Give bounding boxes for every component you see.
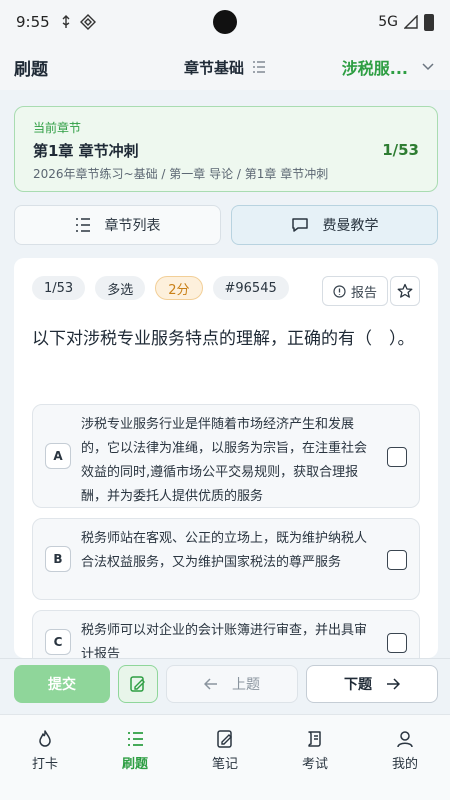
report-button[interactable]: 报告 [321, 276, 388, 306]
nav-profile-label: 我的 [391, 757, 418, 772]
option-c-checkbox[interactable] [387, 633, 407, 653]
chapter-progress: 1/53 [382, 141, 419, 159]
question-tags: 1/53 多选 2分 #96545 [32, 276, 289, 300]
option-a-checkbox[interactable] [387, 447, 407, 467]
option-c-letter: C [45, 629, 71, 655]
arrow-left-icon [204, 678, 217, 690]
question-type-badge: 多选 [95, 276, 146, 300]
edit-note-icon [130, 676, 145, 692]
question-card: 1/53 多选 2分 #96545 报告 以下对涉税专业服务特点的理解，正确的有… [14, 258, 438, 658]
prev-question-button[interactable]: 上题 [166, 665, 298, 703]
nav-item-checkin[interactable]: 打卡 [0, 715, 90, 800]
battery-icon [424, 13, 434, 31]
option-b-text: 税务师站在客观、公正的立场上，既为维护纳税人合法权益服务，又为维护国家税法的尊严… [81, 531, 368, 570]
nav-notes-label: 笔记 [211, 757, 238, 772]
mode-selector[interactable]: 章节基础 [184, 57, 266, 78]
nav-item-practice[interactable]: 刷题 [90, 715, 180, 800]
chevron-down-icon [422, 63, 434, 71]
app-header: 刷题 章节基础 涉税服... [0, 44, 450, 90]
question-text: 以下对涉税专业服务特点的理解，正确的有（ ）。 [32, 329, 415, 349]
action-bar: 提交 上题 下题 [0, 658, 450, 714]
flame-icon [39, 730, 51, 747]
usb-icon [62, 15, 70, 28]
status-bar: 9:55 5G [0, 0, 450, 44]
next-question-label: 下题 [344, 677, 372, 693]
nav-item-profile[interactable]: 我的 [360, 715, 450, 800]
subject-label: 涉税服... [341, 59, 408, 78]
signal-icon [404, 15, 418, 29]
next-question-button[interactable]: 下题 [306, 665, 438, 703]
option-c[interactable]: C 税务师可以对企业的会计账簿进行审查，并出具审计报告 [32, 610, 420, 658]
tab-feynman-teaching-label: 费曼教学 [322, 218, 379, 234]
network-label: 5G [378, 14, 398, 30]
list-icon [253, 61, 266, 73]
list-icon [128, 732, 143, 746]
info-icon [333, 284, 346, 298]
chapter-name: 第1章 章节冲刺 [33, 142, 139, 160]
current-chapter-card[interactable]: 当前章节 第1章 章节冲刺 2026年章节练习~基础 / 第一章 导论 / 第1… [14, 106, 438, 192]
chapter-path: 2026年章节练习~基础 / 第一章 导论 / 第1章 章节冲刺 [33, 167, 329, 181]
option-a-letter: A [45, 443, 71, 469]
star-icon [397, 283, 413, 298]
nav-item-notes[interactable]: 笔记 [180, 715, 270, 800]
option-b[interactable]: B 税务师站在客观、公正的立场上，既为维护纳税人合法权益服务，又为维护国家税法的… [32, 518, 420, 600]
favorite-button[interactable] [390, 276, 420, 306]
status-time: 9:55 [16, 13, 50, 31]
note-icon [217, 730, 232, 748]
list-icon [75, 218, 90, 232]
page-title: 刷题 [14, 59, 48, 80]
note-button[interactable] [118, 665, 158, 703]
nav-item-exam[interactable]: 考试 [270, 715, 360, 800]
nav-checkin-label: 打卡 [31, 757, 58, 772]
scroll-icon [308, 731, 321, 747]
chat-icon [291, 218, 308, 232]
tab-chapter-list[interactable]: 章节列表 [14, 205, 221, 245]
option-c-text: 税务师可以对企业的会计账簿进行审查，并出具审计报告 [81, 623, 368, 658]
question-index-badge: 1/53 [32, 276, 86, 300]
arrow-right-icon [387, 678, 400, 690]
person-icon [397, 731, 413, 748]
option-a[interactable]: A 涉税专业服务行业是伴随着市场经济产生和发展的，它以法律为准绳，以服务为宗旨，… [32, 404, 420, 508]
tab-row: 章节列表 费曼教学 [14, 205, 438, 245]
question-id-badge: #96545 [212, 276, 289, 300]
bottom-nav: 打卡 刷题 笔记 考试 我的 [0, 714, 450, 800]
mode-title: 章节基础 [184, 58, 245, 77]
prev-question-label: 上题 [232, 677, 260, 693]
option-a-text: 涉税专业服务行业是伴随着市场经济产生和发展的，它以法律为准绳，以服务为宗旨，在注… [81, 417, 368, 504]
tab-feynman-teaching[interactable]: 费曼教学 [231, 205, 438, 245]
submit-button[interactable]: 提交 [14, 665, 110, 703]
camera-cutout [213, 10, 237, 34]
option-b-checkbox[interactable] [387, 550, 407, 570]
nav-practice-label: 刷题 [121, 757, 148, 772]
option-b-letter: B [45, 546, 71, 572]
subject-selector[interactable]: 涉税服... [342, 55, 434, 79]
question-score-badge: 2分 [155, 276, 203, 300]
nav-exam-label: 考试 [301, 757, 328, 772]
chapter-label: 当前章节 [33, 121, 82, 135]
tab-chapter-list-label: 章节列表 [104, 218, 161, 234]
report-label: 报告 [350, 285, 377, 301]
app-notification-icon [79, 14, 96, 30]
